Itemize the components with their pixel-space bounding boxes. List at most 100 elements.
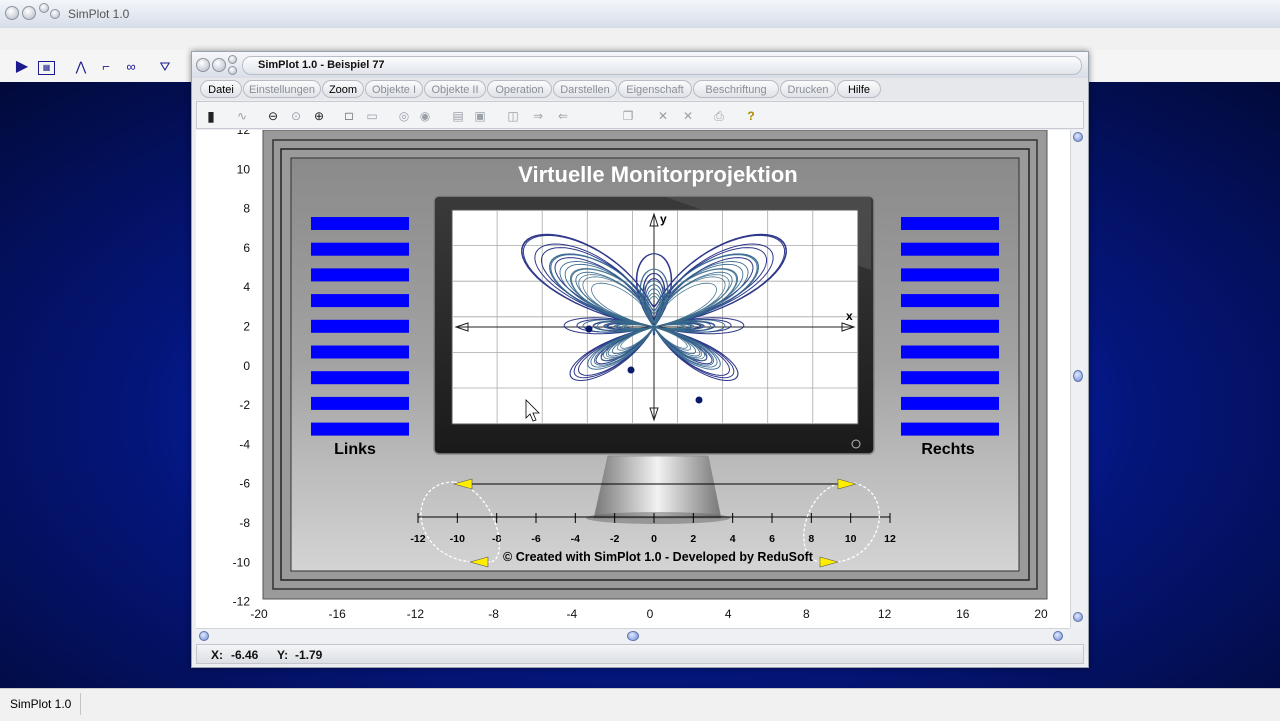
scroll-left-knob[interactable] — [199, 631, 209, 641]
frame-icon[interactable]: ▭ — [363, 107, 381, 125]
x-tick-label: -4 — [566, 607, 577, 621]
menu-darstellen[interactable]: Darstellen — [553, 80, 617, 98]
filter-icon[interactable]: ⛛ — [156, 58, 174, 76]
restore-icon[interactable] — [50, 9, 60, 19]
menu-beschriftung[interactable]: Beschriftung — [693, 80, 779, 98]
left-speaker-stripe — [311, 371, 409, 385]
left-speaker-stripe — [311, 217, 409, 230]
menu-hilfe[interactable]: Hilfe — [837, 80, 881, 98]
left-speaker-label: Links — [334, 441, 376, 458]
ruler-tick-label: 8 — [808, 533, 814, 545]
y-tick-label: -12 — [233, 595, 251, 609]
graph-icon[interactable]: ∞ — [122, 58, 140, 76]
coordinate-bar: X: -6.46 Y: -1.79 — [196, 644, 1084, 664]
cross-icon[interactable]: ✕ — [654, 107, 672, 125]
cross-all-icon[interactable]: ✕ — [679, 107, 697, 125]
horizontal-scrollbar[interactable] — [196, 628, 1070, 643]
line-chart-icon[interactable]: ⋀ — [72, 58, 90, 76]
vertical-scrollbar[interactable] — [1070, 130, 1085, 628]
curve-icon[interactable]: ∿ — [233, 107, 251, 125]
maximize-icon[interactable] — [39, 3, 49, 13]
x-tick-label: 8 — [803, 607, 810, 621]
right-speaker-stripe — [901, 242, 999, 256]
left-speaker-stripe — [311, 396, 409, 410]
menu-einstellungen[interactable]: Einstellungen — [243, 80, 321, 98]
window-maximize-icon[interactable] — [228, 55, 237, 64]
copy-object-icon[interactable]: ◫ — [504, 107, 522, 125]
app-title: SimPlot 1.0 — [68, 7, 130, 21]
window-close-icon[interactable] — [196, 58, 210, 72]
outer-titlebar: SimPlot 1.0 — [0, 0, 1280, 29]
menu-drucken[interactable]: Drucken — [780, 80, 836, 98]
y-tick-label: 10 — [237, 162, 251, 176]
scroll-down-knob[interactable] — [1073, 612, 1083, 622]
status-bar: SimPlot 1.0 — [0, 688, 1280, 721]
play-icon[interactable]: ▶ — [13, 58, 31, 76]
x-tick-label: -12 — [407, 607, 425, 621]
menu-objekte-ii[interactable]: Objekte II — [424, 80, 486, 98]
zoom-icon[interactable]: ⊙ — [287, 107, 305, 125]
target-icon[interactable]: ◉ — [416, 107, 434, 125]
menu-eigenschaft[interactable]: Eigenschaft — [618, 80, 692, 98]
window-titlebar[interactable]: SimPlot 1.0 - Beispiel 77 — [192, 52, 1088, 78]
ruler-tick-label: -4 — [571, 533, 580, 545]
ruler-tick-label: -12 — [410, 533, 425, 545]
window-menubar: Datei Einstellungen Zoom Objekte I Objekte I… — [192, 78, 1088, 100]
x-tick-label: 20 — [1034, 607, 1048, 621]
y-tick-label: -6 — [239, 477, 250, 491]
plot-area[interactable]: 12 10 8 6 4 2 0 -2 -4 -6 -8 -10 -12 -20 -16 -12 -8 -4 0 4 8 1… — [196, 123, 1070, 628]
ruler-tick-label: 12 — [884, 533, 896, 545]
y-tick-label: 12 — [237, 130, 251, 137]
plot-icon[interactable]: ⌐ — [97, 58, 115, 76]
document-window[interactable]: SimPlot 1.0 - Beispiel 77 Datei Einstellu… — [191, 51, 1089, 668]
calculator-icon[interactable]: ▦ — [38, 61, 55, 75]
scroll-right-knob[interactable] — [1053, 631, 1063, 641]
right-speaker-stripe — [901, 294, 999, 308]
menu-operation[interactable]: Operation — [487, 80, 552, 98]
left-speaker-stripe — [311, 422, 409, 436]
horizontal-scroll-thumb[interactable] — [627, 631, 639, 641]
window-minimize-icon[interactable] — [212, 58, 226, 72]
x-coordinate-label: X: — [211, 648, 223, 662]
ruler-tick-label: -2 — [610, 533, 619, 545]
arrow-right-icon[interactable]: ⇒ — [529, 107, 547, 125]
zoom-out-icon[interactable]: ⊖ — [264, 107, 282, 125]
window-restore-icon[interactable] — [228, 66, 237, 75]
minimize-icon[interactable] — [22, 6, 36, 20]
ruler-tick-label: 2 — [690, 533, 696, 545]
plot-canvas[interactable]: 121086420-2-4-6-8-10-12-20 -16 -12 -8 -4 0 4 8 1… — [196, 123, 1070, 628]
stand-shadow — [586, 512, 730, 524]
y-tick-label: 2 — [243, 320, 250, 334]
ruler-tick-label: 6 — [769, 533, 775, 545]
right-speaker-stripe — [901, 268, 999, 282]
menu-datei[interactable]: Datei — [200, 80, 242, 98]
ruler-tick-label: -10 — [450, 533, 465, 545]
left-speaker-stripe — [311, 242, 409, 256]
y-tick-label: -2 — [239, 398, 250, 412]
help-icon[interactable]: ? — [742, 107, 760, 125]
arrow-left-icon[interactable]: ⇐ — [554, 107, 572, 125]
print-icon[interactable]: ⎙ — [710, 107, 728, 125]
close-icon[interactable] — [5, 6, 19, 20]
vertical-scroll-thumb[interactable] — [1073, 370, 1083, 382]
circle-icon[interactable]: ◎ — [395, 107, 413, 125]
right-speaker-stripe — [901, 319, 999, 333]
scene-title: Virtuelle Monitorprojektion — [518, 162, 798, 187]
table-icon[interactable]: ▤ — [449, 107, 467, 125]
pages-icon[interactable]: ❐ — [619, 107, 637, 125]
right-speaker-stripe — [901, 396, 999, 410]
ruler-tick-label: -8 — [492, 533, 501, 545]
rectangle-icon[interactable]: □ — [340, 107, 358, 125]
left-speaker-stripe — [311, 345, 409, 359]
x-tick-label: -16 — [329, 607, 347, 621]
scroll-up-knob[interactable] — [1073, 132, 1083, 142]
device-icon[interactable]: ▮ — [202, 107, 220, 125]
menu-zoom[interactable]: Zoom — [322, 80, 364, 98]
zoom-in-icon[interactable]: ⊕ — [310, 107, 328, 125]
x-coordinate-value: -6.46 — [231, 648, 259, 662]
menu-objekte-i[interactable]: Objekte I — [365, 80, 423, 98]
image-icon[interactable]: ▣ — [471, 107, 489, 125]
ruler-tick-label: -6 — [531, 533, 540, 545]
right-speaker-stripe — [901, 422, 999, 436]
window-toolbar: ▮ ∿ ⊖ ⊙ ⊕ □ ▭ ◎ ◉ ▤ ▣ ◫ ⇒ ⇐ ❐ ✕ ✕ ⎙ ? — [196, 101, 1084, 129]
